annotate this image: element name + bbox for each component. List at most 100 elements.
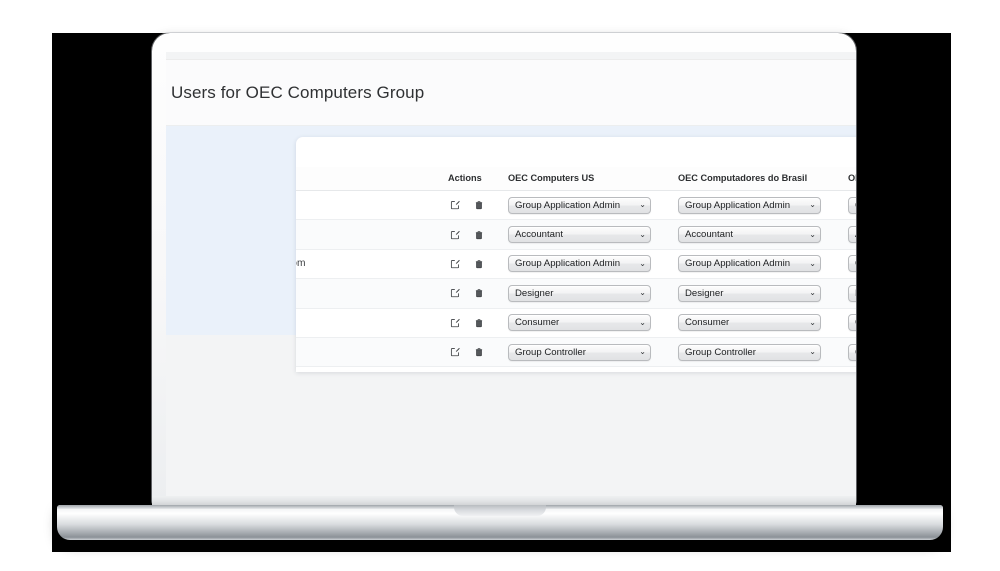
edit-icon[interactable] <box>450 258 461 270</box>
cell-role-select-oec-third: Group Application AdminAccountantDesigne… <box>848 190 856 221</box>
edit-icon[interactable] <box>450 346 461 358</box>
column-header-oec-computadores-do-brasil: OEC Computadores do Brasil <box>678 167 848 191</box>
actions-group <box>448 250 508 278</box>
role-select-oec-computers-us-wrapper: Group Application AdminAccountantDesigne… <box>508 284 651 302</box>
cell-role-select-oec-computadores-do-brasil: Group Application AdminAccountantDesigne… <box>678 249 848 280</box>
cell-email: nsap@mondialsoftware.com <box>296 278 448 309</box>
column-header-email <box>296 167 448 191</box>
actions-group <box>448 309 508 337</box>
role-select-oec-third[interactable]: Group Application AdminAccountantDesigne… <box>848 314 856 332</box>
role-select-oec-computers-us[interactable]: Group Application AdminAccountantDesigne… <box>508 226 651 244</box>
laptop-base-notch <box>454 505 546 516</box>
users-table: Actions OEC Computers US OEC Computadore… <box>296 167 856 368</box>
cell-actions <box>448 337 508 368</box>
edit-icon[interactable] <box>450 199 461 211</box>
role-select-oec-computadores-do-brasil-wrapper: Group Application AdminAccountantDesigne… <box>678 314 821 332</box>
column-header-oec-third: OEC <box>848 167 856 191</box>
role-select-oec-computers-us[interactable]: Group Application AdminAccountantDesigne… <box>508 284 651 302</box>
trash-icon[interactable] <box>474 258 485 270</box>
app-header: Users for OEC Computers Group <box>166 60 856 126</box>
browser-chrome-strip <box>166 52 856 60</box>
card-top-spacer <box>296 137 856 167</box>
role-select-oec-computadores-do-brasil[interactable]: Group Application AdminAccountantDesigne… <box>678 226 821 244</box>
cell-email: sonsap@mondialsoftware.com <box>296 249 448 280</box>
role-select-oec-computers-us[interactable]: Group Application AdminAccountantDesigne… <box>508 196 651 214</box>
cell-actions <box>448 190 508 221</box>
screenshot-stage: Users for OEC Computers Group Actions OE… <box>0 0 1000 571</box>
role-select-oec-third-wrapper: Group Application AdminAccountantDesigne… <box>848 226 856 244</box>
role-select-oec-computadores-do-brasil[interactable]: Group Application AdminAccountantDesigne… <box>678 284 821 302</box>
role-select-oec-computers-us[interactable]: Group Application AdminAccountantDesigne… <box>508 314 651 332</box>
role-select-oec-third-wrapper: Group Application AdminAccountantDesigne… <box>848 196 856 214</box>
table-header-row: Actions OEC Computers US OEC Computadore… <box>296 167 856 191</box>
table-row: sonsap@mondialsoftware.com Group Applica… <box>296 249 856 280</box>
users-table-body: a Group Application AdminAccountantDesig… <box>296 190 856 368</box>
edit-icon[interactable] <box>450 317 461 329</box>
cell-email: @mondialsoftware.com <box>296 219 448 250</box>
column-header-oec-computers-us: OEC Computers US <box>508 167 678 191</box>
cell-email: a <box>296 190 448 221</box>
role-select-oec-computadores-do-brasil-wrapper: Group Application AdminAccountantDesigne… <box>678 226 821 244</box>
cell-role-select-oec-third: Group Application AdminAccountantDesigne… <box>848 278 856 309</box>
cell-actions <box>448 308 508 338</box>
trash-icon[interactable] <box>474 229 485 241</box>
cell-role-select-oec-third: Group Application AdminAccountantDesigne… <box>848 249 856 280</box>
edit-icon[interactable] <box>450 229 461 241</box>
table-row: a Group Application AdminAccountantDesig… <box>296 190 856 221</box>
role-select-oec-computers-us[interactable]: Group Application AdminAccountantDesigne… <box>508 343 651 361</box>
role-select-oec-computadores-do-brasil-wrapper: Group Application AdminAccountantDesigne… <box>678 255 821 273</box>
edit-icon[interactable] <box>450 287 461 299</box>
cell-role-select-oec-computers-us: Group Application AdminAccountantDesigne… <box>508 249 678 280</box>
cell-role-select-oec-computers-us: Group Application AdminAccountantDesigne… <box>508 337 678 368</box>
laptop-screen: Users for OEC Computers Group Actions OE… <box>166 52 856 497</box>
cell-role-select-oec-computers-us: Group Application AdminAccountantDesigne… <box>508 219 678 250</box>
table-row: @mondialsoftware.com Group Application A… <box>296 219 856 250</box>
role-select-oec-third-wrapper: Group Application AdminAccountantDesigne… <box>848 314 856 332</box>
cell-actions <box>448 278 508 309</box>
role-select-oec-computers-us-wrapper: Group Application AdminAccountantDesigne… <box>508 226 651 244</box>
laptop-mockup: Users for OEC Computers Group Actions OE… <box>152 33 856 505</box>
cell-role-select-oec-computadores-do-brasil: Group Application AdminAccountantDesigne… <box>678 278 848 309</box>
cell-role-select-oec-computadores-do-brasil: Group Application AdminAccountantDesigne… <box>678 219 848 250</box>
cell-role-select-oec-computadores-do-brasil: Group Application AdminAccountantDesigne… <box>678 190 848 221</box>
cell-role-select-oec-third: Group Application AdminAccountantDesigne… <box>848 219 856 250</box>
role-select-oec-computers-us-wrapper: Group Application AdminAccountantDesigne… <box>508 314 651 332</box>
trash-icon[interactable] <box>474 199 485 211</box>
role-select-oec-computers-us-wrapper: Group Application AdminAccountantDesigne… <box>508 196 651 214</box>
role-select-oec-computadores-do-brasil[interactable]: Group Application AdminAccountantDesigne… <box>678 314 821 332</box>
column-header-actions: Actions <box>448 167 508 191</box>
role-select-oec-third[interactable]: Group Application AdminAccountantDesigne… <box>848 226 856 244</box>
role-select-oec-computadores-do-brasil[interactable]: Group Application AdminAccountantDesigne… <box>678 343 821 361</box>
actions-group <box>448 191 508 219</box>
actions-group <box>448 338 508 366</box>
role-select-oec-third[interactable]: Group Application AdminAccountantDesigne… <box>848 284 856 302</box>
role-select-oec-third[interactable]: Group Application AdminAccountantDesigne… <box>848 255 856 273</box>
cell-role-select-oec-third: Group Application AdminAccountantDesigne… <box>848 337 856 368</box>
role-select-oec-computers-us[interactable]: Group Application AdminAccountantDesigne… <box>508 255 651 273</box>
actions-group <box>448 220 508 248</box>
trash-icon[interactable] <box>474 346 485 358</box>
role-select-oec-computers-us-wrapper: Group Application AdminAccountantDesigne… <box>508 255 651 273</box>
cell-email: ialsoftware.com <box>296 308 448 338</box>
table-row: ialsoftware.com Group Application AdminA… <box>296 308 856 338</box>
table-row: nsap@mondialsoftware.com Group Applicati… <box>296 278 856 309</box>
cell-role-select-oec-computers-us: Group Application AdminAccountantDesigne… <box>508 190 678 221</box>
cell-role-select-oec-computadores-do-brasil: Group Application AdminAccountantDesigne… <box>678 308 848 338</box>
trash-icon[interactable] <box>474 317 485 329</box>
role-select-oec-third[interactable]: Group Application AdminAccountantDesigne… <box>848 196 856 214</box>
role-select-oec-computadores-do-brasil[interactable]: Group Application AdminAccountantDesigne… <box>678 196 821 214</box>
role-select-oec-third[interactable]: Group Application AdminAccountantDesigne… <box>848 343 856 361</box>
table-row: rsap@mondialsoftware.com Group Applicati… <box>296 337 856 368</box>
role-select-oec-computadores-do-brasil[interactable]: Group Application AdminAccountantDesigne… <box>678 255 821 273</box>
cell-role-select-oec-third: Group Application AdminAccountantDesigne… <box>848 308 856 338</box>
cell-role-select-oec-computers-us: Group Application AdminAccountantDesigne… <box>508 278 678 309</box>
actions-group <box>448 279 508 307</box>
trash-icon[interactable] <box>474 287 485 299</box>
role-select-oec-computadores-do-brasil-wrapper: Group Application AdminAccountantDesigne… <box>678 343 821 361</box>
role-select-oec-third-wrapper: Group Application AdminAccountantDesigne… <box>848 255 856 273</box>
users-table-card: Actions OEC Computers US OEC Computadore… <box>296 137 856 372</box>
cell-actions <box>448 219 508 250</box>
cell-role-select-oec-computadores-do-brasil: Group Application AdminAccountantDesigne… <box>678 337 848 368</box>
role-select-oec-computadores-do-brasil-wrapper: Group Application AdminAccountantDesigne… <box>678 284 821 302</box>
role-select-oec-third-wrapper: Group Application AdminAccountantDesigne… <box>848 284 856 302</box>
